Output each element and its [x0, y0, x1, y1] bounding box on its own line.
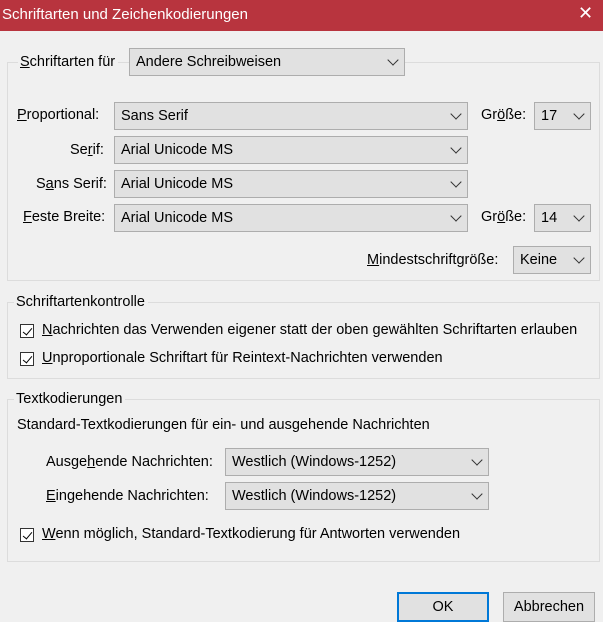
monospace-size-select[interactable]: 14 — [534, 204, 591, 232]
fonts-for-select[interactable]: Andere Schreibweisen — [129, 48, 405, 76]
proportional-size-label: Größe: — [481, 107, 527, 123]
chevron-down-icon — [450, 108, 462, 120]
encodings-description: Standard-Textkodierungen für ein- und au… — [17, 417, 430, 433]
allow-own-fonts-checkbox[interactable] — [20, 324, 34, 338]
incoming-encoding-value: Westlich (Windows-1252) — [232, 488, 397, 504]
reply-default-label: Wenn möglich, Standard-Textkodierung für… — [42, 526, 461, 542]
encodings-legend: Textkodierungen — [14, 391, 126, 407]
allow-own-fonts-label: Nachrichten das Verwenden eigener statt … — [42, 322, 578, 338]
fonts-for-label: Schriftarten für — [18, 54, 119, 70]
outgoing-label: Ausgehende Nachrichten: — [46, 454, 213, 470]
chevron-down-icon — [387, 54, 399, 66]
monospace-font-value: Arial Unicode MS — [121, 210, 234, 226]
monospace-font-select[interactable]: Arial Unicode MS — [114, 204, 468, 232]
proportional-size-value: 17 — [541, 108, 558, 124]
reply-default-checkbox[interactable] — [20, 528, 34, 542]
cancel-button[interactable]: Abbrechen — [503, 592, 595, 622]
proportional-size-select[interactable]: 17 — [534, 102, 591, 130]
proportional-font-select[interactable]: Sans Serif — [114, 102, 468, 130]
monospace-plain-label: Unproportionale Schriftart für Reintext-… — [42, 350, 443, 366]
font-control-group — [7, 302, 600, 379]
min-size-select[interactable]: Keine — [513, 246, 591, 274]
window-title: Schriftarten und Zeichenkodierungen — [2, 6, 248, 23]
checkmark-icon — [22, 352, 32, 364]
ok-button[interactable]: OK — [397, 592, 489, 622]
checkmark-icon — [22, 528, 32, 540]
sans-serif-font-value: Arial Unicode MS — [121, 176, 234, 192]
chevron-down-icon — [573, 210, 585, 222]
sans-serif-font-select[interactable]: Arial Unicode MS — [114, 170, 468, 198]
min-size-value: Keine — [520, 252, 558, 268]
close-icon[interactable]: ✕ — [578, 3, 593, 24]
monospace-label: Feste Breite: — [23, 209, 106, 225]
chevron-down-icon — [573, 108, 585, 120]
chevron-down-icon — [573, 252, 585, 264]
sans-serif-label: Sans Serif: — [36, 176, 107, 192]
chevron-down-icon — [471, 454, 483, 466]
serif-label: Serif: — [70, 142, 104, 158]
monospace-size-value: 14 — [541, 210, 558, 226]
incoming-encoding-select[interactable]: Westlich (Windows-1252) — [225, 482, 489, 510]
min-size-label: Mindestschriftgröße: — [367, 252, 499, 268]
title-bar: Schriftarten und Zeichenkodierungen ✕ — [0, 0, 603, 31]
checkmark-icon — [22, 324, 32, 336]
chevron-down-icon — [471, 488, 483, 500]
monospace-size-label: Größe: — [481, 209, 527, 225]
chevron-down-icon — [450, 176, 462, 188]
fonts-for-value: Andere Schreibweisen — [136, 54, 282, 70]
incoming-label: Eingehende Nachrichten: — [46, 488, 209, 504]
outgoing-encoding-value: Westlich (Windows-1252) — [232, 454, 397, 470]
chevron-down-icon — [450, 142, 462, 154]
serif-font-select[interactable]: Arial Unicode MS — [114, 136, 468, 164]
font-control-legend: Schriftartenkontrolle — [14, 294, 148, 310]
chevron-down-icon — [450, 210, 462, 222]
proportional-label: Proportional: — [17, 107, 100, 123]
proportional-font-value: Sans Serif — [121, 108, 188, 124]
monospace-plain-checkbox[interactable] — [20, 352, 34, 366]
serif-font-value: Arial Unicode MS — [121, 142, 234, 158]
outgoing-encoding-select[interactable]: Westlich (Windows-1252) — [225, 448, 489, 476]
